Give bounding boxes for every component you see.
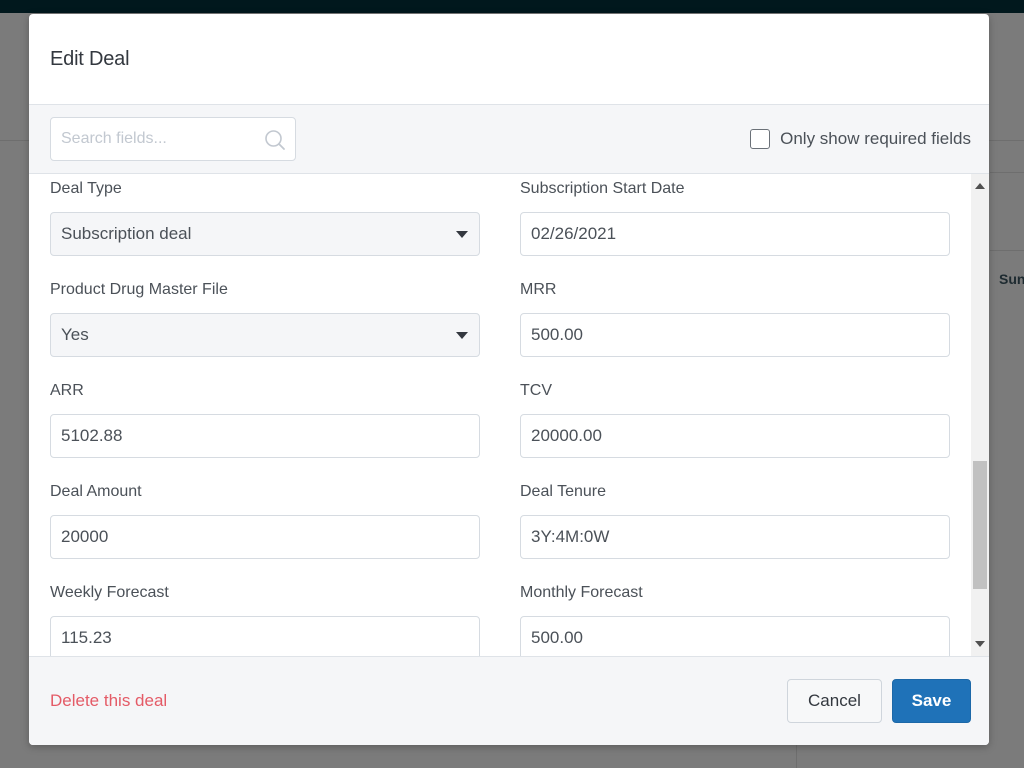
scroll-up-arrow-icon[interactable] bbox=[975, 183, 985, 189]
deal-amount-input[interactable]: 20000 bbox=[50, 515, 480, 559]
input-value: 500.00 bbox=[531, 628, 583, 647]
product-drug-master-file-select[interactable]: Yes bbox=[50, 313, 480, 357]
delete-deal-link[interactable]: Delete this deal bbox=[50, 691, 167, 711]
modal-header: Edit Deal bbox=[29, 14, 989, 105]
footer-actions: Cancel Save bbox=[787, 679, 971, 723]
modal-footer: Delete this deal Cancel Save bbox=[29, 656, 989, 745]
field-label: Weekly Forecast bbox=[50, 584, 169, 601]
field-product-drug-master-file: Product Drug Master File Yes bbox=[50, 275, 480, 376]
field-monthly-forecast: Monthly Forecast 500.00 bbox=[520, 578, 950, 656]
edit-deal-modal: Edit Deal Only show required fields Deal… bbox=[29, 14, 989, 745]
input-value: 5102.88 bbox=[61, 426, 123, 445]
only-required-label: Only show required fields bbox=[780, 129, 971, 148]
search-icon[interactable] bbox=[264, 129, 286, 151]
scrollbar-thumb[interactable] bbox=[973, 461, 987, 589]
field-subscription-start-date: Subscription Start Date 02/26/2021 bbox=[520, 174, 950, 275]
input-value: 3Y:4M:0W bbox=[531, 527, 610, 546]
input-value: 20000 bbox=[61, 527, 109, 546]
input-value: 500.00 bbox=[531, 325, 583, 344]
field-tcv: TCV 20000.00 bbox=[520, 376, 950, 477]
select-value: Yes bbox=[61, 325, 89, 344]
background-divider bbox=[990, 172, 1024, 173]
chevron-down-icon bbox=[456, 230, 468, 238]
field-label: Product Drug Master File bbox=[50, 281, 228, 298]
form-scrollbar[interactable] bbox=[971, 174, 989, 656]
chevron-down-icon bbox=[456, 331, 468, 339]
save-button[interactable]: Save bbox=[892, 679, 971, 723]
input-value: 02/26/2021 bbox=[531, 224, 617, 243]
modal-title: Edit Deal bbox=[50, 47, 130, 70]
mrr-input[interactable]: 500.00 bbox=[520, 313, 950, 357]
input-value: 115.23 bbox=[61, 628, 112, 647]
cancel-button[interactable]: Cancel bbox=[787, 679, 882, 723]
select-value: Subscription deal bbox=[61, 224, 192, 243]
background-partial-heading: Sun bbox=[999, 271, 1024, 287]
input-value: 20000.00 bbox=[531, 426, 602, 445]
form-fields-grid: Deal Type Subscription deal Subscription… bbox=[50, 174, 950, 656]
modal-form-body: Deal Type Subscription deal Subscription… bbox=[29, 174, 989, 656]
arr-input[interactable]: 5102.88 bbox=[50, 414, 480, 458]
field-label: MRR bbox=[520, 281, 557, 298]
search-fields-input[interactable] bbox=[61, 130, 251, 148]
tcv-input[interactable]: 20000.00 bbox=[520, 414, 950, 458]
modal-toolbar: Only show required fields bbox=[29, 105, 989, 174]
field-label: Deal Tenure bbox=[520, 483, 606, 500]
field-label: ARR bbox=[50, 382, 84, 399]
monthly-forecast-input[interactable]: 500.00 bbox=[520, 616, 950, 656]
field-label: TCV bbox=[520, 382, 552, 399]
search-fields-box bbox=[50, 117, 296, 161]
subscription-start-date-input[interactable]: 02/26/2021 bbox=[520, 212, 950, 256]
only-required-checkbox[interactable] bbox=[750, 129, 771, 149]
field-label: Deal Type bbox=[50, 180, 122, 197]
field-arr: ARR 5102.88 bbox=[50, 376, 480, 477]
weekly-forecast-input[interactable]: 115.23 bbox=[50, 616, 480, 656]
only-required-toggle[interactable]: Only show required fields bbox=[750, 129, 971, 149]
deal-type-select[interactable]: Subscription deal bbox=[50, 212, 480, 256]
field-deal-type: Deal Type Subscription deal bbox=[50, 174, 480, 275]
field-label: Subscription Start Date bbox=[520, 180, 685, 197]
scroll-down-arrow-icon[interactable] bbox=[975, 641, 985, 647]
background-divider bbox=[796, 745, 797, 768]
app-top-bar bbox=[0, 0, 1024, 13]
deal-tenure-input[interactable]: 3Y:4M:0W bbox=[520, 515, 950, 559]
field-deal-tenure: Deal Tenure 3Y:4M:0W bbox=[520, 477, 950, 578]
field-weekly-forecast: Weekly Forecast 115.23 bbox=[50, 578, 480, 656]
field-mrr: MRR 500.00 bbox=[520, 275, 950, 376]
field-deal-amount: Deal Amount 20000 bbox=[50, 477, 480, 578]
background-divider bbox=[990, 250, 1024, 251]
field-label: Deal Amount bbox=[50, 483, 142, 500]
field-label: Monthly Forecast bbox=[520, 584, 643, 601]
